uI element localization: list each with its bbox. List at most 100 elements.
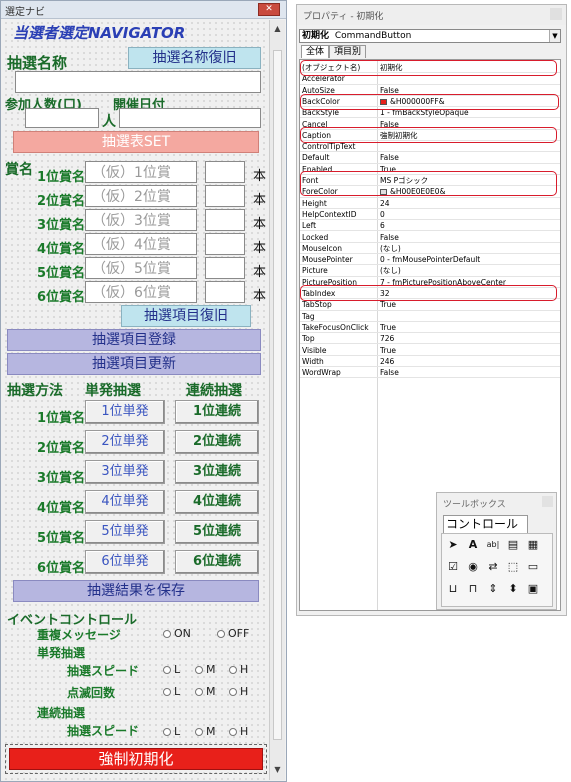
property-value[interactable]: 246 <box>380 356 558 367</box>
continuous-draw-button[interactable]: 5位連続 <box>175 520 259 544</box>
optionbutton-icon[interactable]: ◉ <box>466 560 480 574</box>
property-value[interactable]: 6 <box>380 220 558 231</box>
frame-icon[interactable]: ⬚ <box>506 560 520 574</box>
single-draw-button[interactable]: 6位単発 <box>85 550 165 574</box>
tabstrip-icon[interactable]: ⊔ <box>446 582 460 596</box>
continuous-draw-button[interactable]: 6位連続 <box>175 550 259 574</box>
continuous-draw-button[interactable]: 3位連続 <box>175 460 259 484</box>
lottery-name-input[interactable] <box>15 71 261 93</box>
blink-h-radio[interactable]: H <box>229 685 248 698</box>
scrollbar-icon[interactable]: ⇕ <box>486 582 500 596</box>
property-value[interactable]: 726 <box>380 333 558 344</box>
event-date-input[interactable] <box>119 108 261 128</box>
save-results-button[interactable]: 抽選結果を保存 <box>13 580 259 602</box>
close-icon[interactable] <box>550 8 562 20</box>
vertical-scrollbar[interactable]: ▲ ▼ <box>269 20 285 780</box>
tab-category[interactable]: 項目別 <box>329 45 367 58</box>
single-draw-button[interactable]: 2位単発 <box>85 430 165 454</box>
set-lottery-table-button[interactable]: 抽選表SET <box>13 131 259 153</box>
property-value[interactable]: True <box>380 345 558 356</box>
prize-name-input[interactable]: （仮）5位賞 <box>85 257 197 279</box>
continuous-draw-button[interactable]: 1位連続 <box>175 400 259 424</box>
radio-label: ON <box>174 627 191 640</box>
scroll-up-icon[interactable]: ▲ <box>272 23 283 34</box>
close-icon[interactable]: ✕ <box>258 3 280 16</box>
single-draw-button[interactable]: 3位単発 <box>85 460 165 484</box>
prize-name-input[interactable]: （仮）2位賞 <box>85 185 197 207</box>
image-icon[interactable]: ▣ <box>526 582 540 596</box>
property-row[interactable]: Locked False <box>300 232 560 243</box>
property-value[interactable]: 0 <box>380 209 558 220</box>
prize-name-input[interactable]: （仮）1位賞 <box>85 161 197 183</box>
prize-name-input[interactable]: （仮）3位賞 <box>85 209 197 231</box>
listbox-icon[interactable]: ▦ <box>526 538 540 552</box>
tab-all[interactable]: 全体 <box>301 45 330 58</box>
duplicate-on-radio[interactable]: ON <box>163 627 191 640</box>
textbox-icon[interactable]: ab| <box>486 538 500 552</box>
property-row[interactable]: Left 6 <box>300 220 560 232</box>
checkbox-icon[interactable]: ☑ <box>446 560 460 574</box>
property-value[interactable]: False <box>380 152 558 163</box>
property-row[interactable]: Height 24 <box>300 198 560 209</box>
scroll-down-icon[interactable]: ▼ <box>272 764 283 775</box>
speed-m-radio[interactable]: M <box>195 663 216 676</box>
register-items-button[interactable]: 抽選項目登録 <box>7 329 261 351</box>
property-row[interactable]: Width 246 <box>300 356 560 368</box>
property-value[interactable]: True <box>380 322 558 333</box>
scroll-thumb[interactable] <box>273 50 282 740</box>
property-row[interactable]: Top 726 <box>300 333 560 345</box>
cont-speed-m-radio[interactable]: M <box>195 725 216 738</box>
close-icon[interactable] <box>542 496 553 507</box>
object-selector[interactable]: 初期化 CommandButton ▼ <box>299 29 561 43</box>
property-row[interactable]: Picture (なし) <box>300 265 560 277</box>
prize-count-input[interactable] <box>205 161 245 183</box>
property-value[interactable]: (なし) <box>380 265 558 276</box>
blink-l-radio[interactable]: L <box>163 685 180 698</box>
continuous-draw-button[interactable]: 4位連続 <box>175 490 259 514</box>
property-row[interactable]: WordWrap False <box>300 367 560 379</box>
cont-speed-h-radio[interactable]: H <box>229 725 248 738</box>
property-value[interactable]: 0 - fmMousePointerDefault <box>380 254 558 265</box>
lottery-name-restore-button[interactable]: 抽選名称復旧 <box>128 47 261 69</box>
restore-items-button[interactable]: 抽選項目復旧 <box>121 305 251 327</box>
property-row[interactable]: Tag <box>300 311 560 322</box>
property-row[interactable]: Visible True <box>300 345 560 356</box>
duplicate-off-radio[interactable]: OFF <box>217 627 249 640</box>
participants-input[interactable] <box>25 108 99 128</box>
cont-speed-l-radio[interactable]: L <box>163 725 180 738</box>
single-draw-button[interactable]: 4位単発 <box>85 490 165 514</box>
chevron-down-icon[interactable]: ▼ <box>549 30 560 42</box>
property-row[interactable]: MousePointer 0 - fmMousePointerDefault <box>300 254 560 266</box>
single-draw-button[interactable]: 1位単発 <box>85 400 165 424</box>
prize-count-input[interactable] <box>205 257 245 279</box>
property-value[interactable]: False <box>380 232 558 243</box>
property-value[interactable]: False <box>380 367 558 378</box>
prize-count-input[interactable] <box>205 281 245 303</box>
continuous-draw-button[interactable]: 2位連続 <box>175 430 259 454</box>
prize-count-input[interactable] <box>205 209 245 231</box>
commandbutton-icon[interactable]: ▭ <box>526 560 540 574</box>
prize-name-input[interactable]: （仮）6位賞 <box>85 281 197 303</box>
combobox-icon[interactable]: ▤ <box>506 538 520 552</box>
single-draw-button[interactable]: 5位単発 <box>85 520 165 544</box>
prize-count-input[interactable] <box>205 185 245 207</box>
pointer-icon[interactable]: ➤ <box>446 538 460 552</box>
property-value[interactable]: (なし) <box>380 243 558 254</box>
property-row[interactable]: HelpContextID 0 <box>300 209 560 221</box>
update-items-button[interactable]: 抽選項目更新 <box>7 353 261 375</box>
property-row[interactable]: TakeFocusOnClick True <box>300 322 560 334</box>
force-reset-button[interactable]: 強制初期化 <box>9 748 263 770</box>
tab-controls[interactable]: コントロール <box>443 515 528 533</box>
property-value[interactable]: 24 <box>380 198 558 209</box>
prize-count-input[interactable] <box>205 233 245 255</box>
multipage-icon[interactable]: ⊓ <box>466 582 480 596</box>
blink-m-radio[interactable]: M <box>195 685 216 698</box>
property-row[interactable]: Default False <box>300 152 560 164</box>
speed-h-radio[interactable]: H <box>229 663 248 676</box>
spinbutton-icon[interactable]: ⬍ <box>506 582 520 596</box>
togglebutton-icon[interactable]: ⇄ <box>486 560 500 574</box>
prize-name-input[interactable]: （仮）4位賞 <box>85 233 197 255</box>
label-icon[interactable]: A <box>466 538 480 552</box>
property-row[interactable]: MouseIcon (なし) <box>300 243 560 255</box>
speed-l-radio[interactable]: L <box>163 663 180 676</box>
